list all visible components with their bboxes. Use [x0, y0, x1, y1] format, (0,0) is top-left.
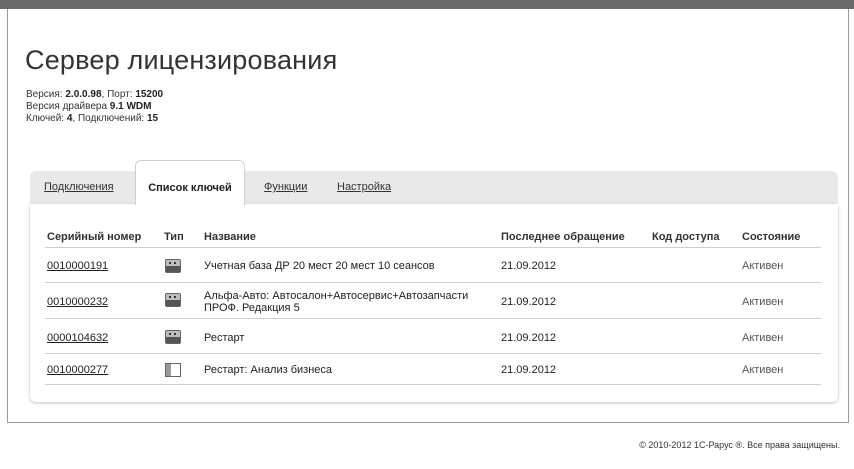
- serial-link[interactable]: 0010000232: [47, 296, 108, 308]
- row-divider: [45, 318, 821, 319]
- tab-functions[interactable]: Функции: [264, 181, 307, 193]
- status-text: Активен: [742, 260, 784, 272]
- column-header-type: Тип: [164, 231, 184, 243]
- keys-label: Ключей:: [26, 113, 65, 124]
- keys-line: Ключей: 4, Подключений: 15: [26, 113, 158, 124]
- version-value: 2.0.0.98: [65, 89, 102, 100]
- row-divider: [45, 282, 821, 283]
- last-access: 21.09.2012: [501, 364, 557, 376]
- last-access: 21.09.2012: [501, 296, 557, 308]
- row-divider: [45, 353, 821, 354]
- key-name: Учетная база ДР 20 мест 20 мест 10 сеанс…: [204, 260, 435, 272]
- usb-key-icon: [165, 293, 181, 307]
- status-text: Активен: [742, 296, 784, 308]
- version-line: Версия: 2.0.0.98, Порт: 15200: [26, 89, 163, 100]
- last-access: 21.09.2012: [501, 260, 557, 272]
- port-label: , Порт:: [101, 89, 133, 100]
- status-text: Активен: [742, 364, 784, 376]
- copyright-text: © 2010-2012 1С-Рарус ®. Все права защище…: [639, 440, 840, 450]
- port-value: 15200: [135, 89, 164, 100]
- driver-value: 9.1 WDM: [109, 101, 152, 112]
- usb-key-icon: [165, 330, 181, 344]
- key-name: Рестарт: [204, 332, 245, 344]
- connections-label: , Подключений:: [72, 113, 145, 124]
- row-divider: [45, 384, 821, 385]
- driver-line: Версия драйвера 9.1 WDM: [26, 101, 151, 112]
- status-text: Активен: [742, 332, 784, 344]
- key-name-line2: ПРОФ. Редакция 5: [204, 302, 300, 314]
- last-access: 21.09.2012: [501, 332, 557, 344]
- tab-settings[interactable]: Настройка: [337, 181, 391, 193]
- column-header-name: Название: [204, 231, 256, 243]
- serial-link[interactable]: 0000104632: [47, 332, 108, 344]
- serial-link[interactable]: 0010000191: [47, 260, 108, 272]
- software-key-icon: [165, 363, 181, 377]
- top-bar: [0, 0, 854, 9]
- tab-connections[interactable]: Подключения: [44, 181, 114, 193]
- column-header-access-code: Код доступа: [652, 231, 720, 243]
- column-header-serial: Серийный номер: [47, 231, 142, 243]
- serial-link[interactable]: 0010000277: [47, 364, 108, 376]
- key-name: Альфа-Авто: Автосалон+Автосервис+Автозап…: [204, 290, 469, 302]
- version-label: Версия:: [26, 89, 63, 100]
- header-divider: [45, 247, 821, 248]
- tab-key-list[interactable]: Список ключей: [135, 160, 245, 205]
- page-title: Сервер лицензирования: [25, 45, 338, 75]
- usb-key-icon: [165, 259, 181, 273]
- key-name: Рестарт: Анализ бизнеса: [204, 364, 333, 376]
- connections-value: 15: [146, 113, 159, 124]
- column-header-status: Состояние: [742, 231, 801, 243]
- driver-label: Версия драйвера: [26, 101, 108, 112]
- column-header-last-access: Последнее обращение: [501, 231, 625, 243]
